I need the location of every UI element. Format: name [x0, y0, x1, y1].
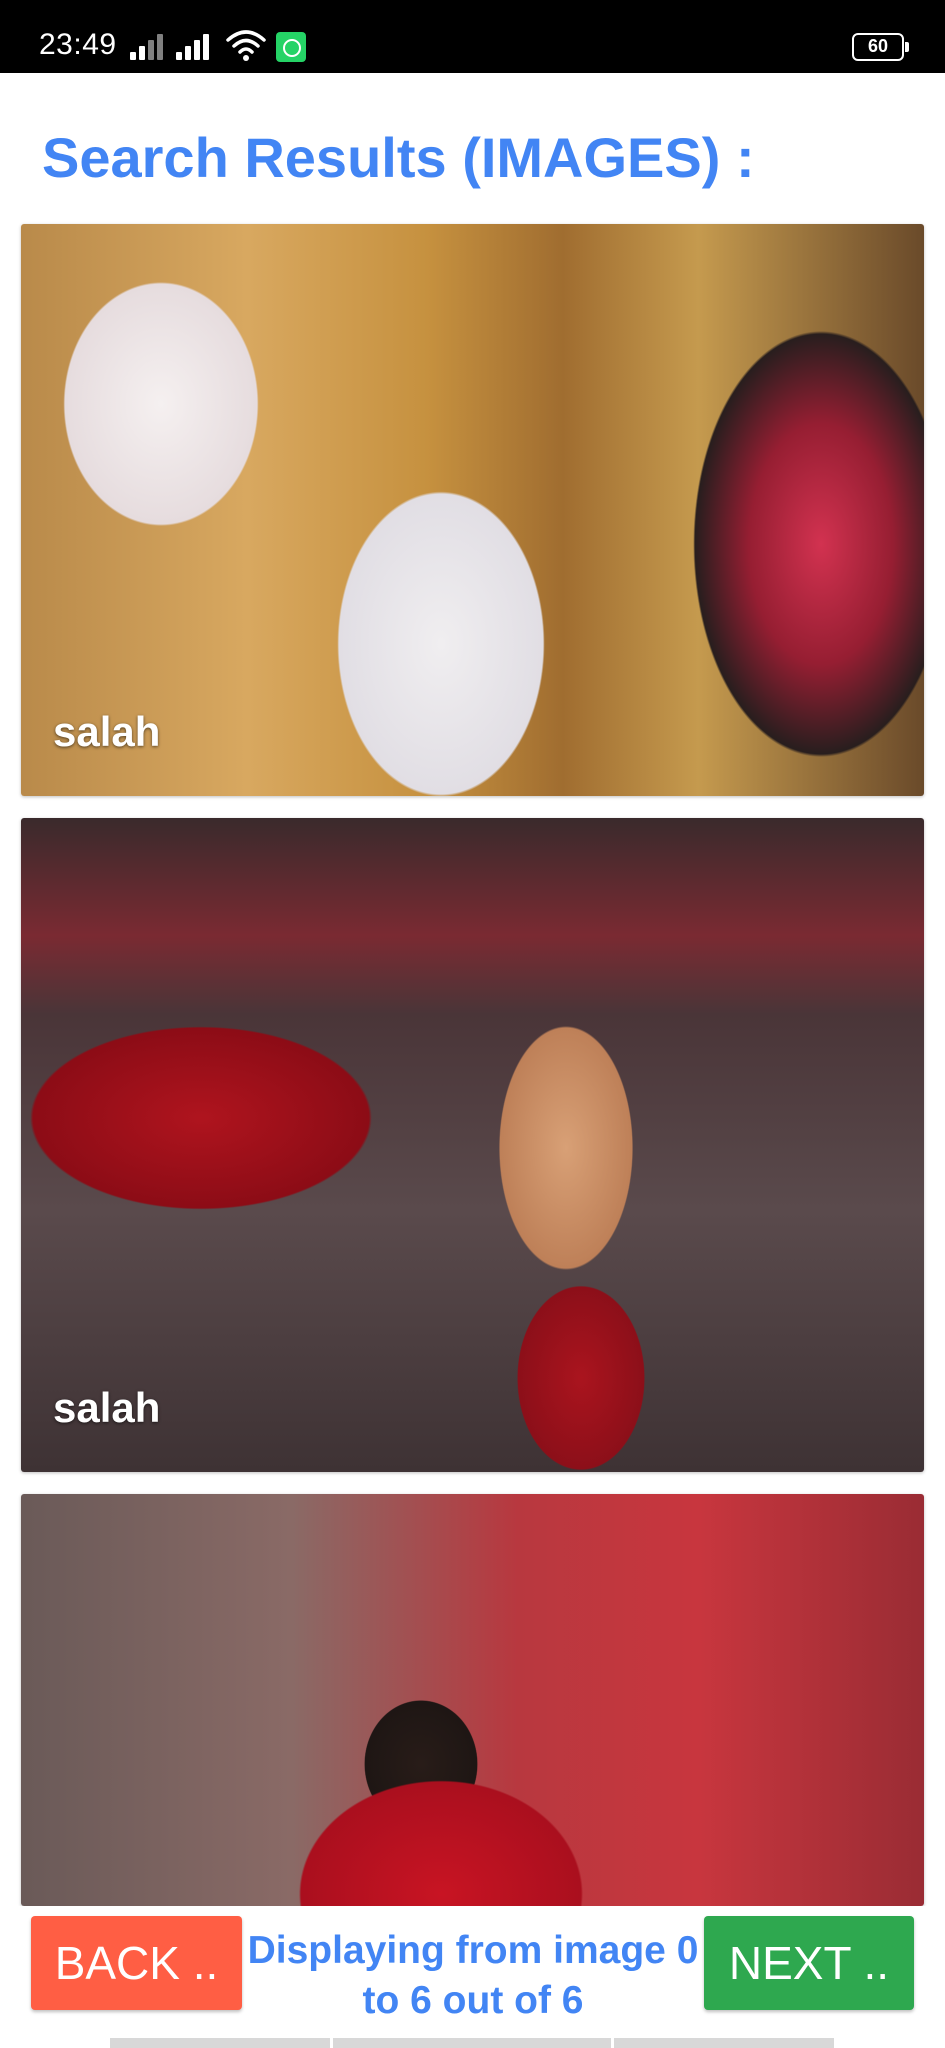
- nav-bar-segment: [614, 2038, 834, 2048]
- page-title: Search Results (IMAGES) :: [42, 126, 755, 189]
- pagination-bar: BACK .. Displaying from image 0 to 6 out…: [0, 1906, 945, 2048]
- battery-icon: 60: [852, 33, 909, 61]
- signal-icon: [130, 30, 170, 60]
- nav-bar-segment: [333, 2038, 611, 2048]
- result-image-card[interactable]: salah: [21, 224, 924, 796]
- pagination-status: Displaying from image 0 to 6 out of 6: [247, 1929, 699, 2022]
- status-bar: 23:49 60: [0, 0, 945, 73]
- status-time: 23:49: [39, 28, 117, 61]
- next-button[interactable]: NEXT ..: [704, 1916, 914, 2010]
- signal-icon: [176, 30, 216, 60]
- result-caption: salah: [53, 1384, 161, 1431]
- nav-bar-segment: [110, 2038, 330, 2048]
- whatsapp-icon: [276, 32, 306, 62]
- wifi-icon: [226, 30, 266, 61]
- result-caption: salah: [53, 708, 161, 755]
- back-button[interactable]: BACK ..: [31, 1916, 242, 2010]
- result-image-card[interactable]: salah: [21, 818, 924, 1472]
- result-image-card[interactable]: [21, 1494, 924, 1906]
- battery-level: 60: [867, 36, 889, 56]
